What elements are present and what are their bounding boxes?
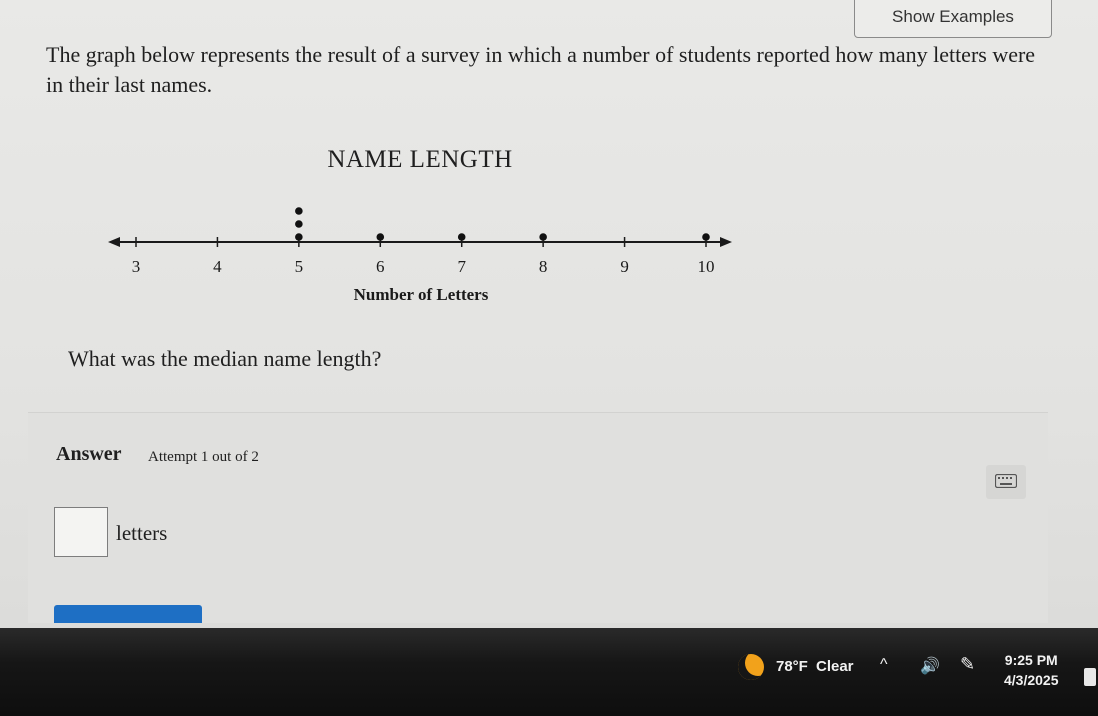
data-point [702, 233, 710, 241]
tick-label: 10 [698, 257, 715, 276]
data-point [376, 233, 385, 241]
data-point [457, 233, 466, 241]
clock[interactable]: 9:25 PM 4/3/2025 [1004, 650, 1059, 690]
question-prompt: What was the median name length? [68, 346, 382, 371]
submit-button[interactable] [54, 605, 202, 623]
weather-temperature[interactable]: 78°F [776, 658, 808, 675]
pen-icon[interactable]: ✎ [960, 654, 975, 675]
right-arrow-icon [720, 237, 732, 247]
tick-label: 7 [457, 257, 466, 276]
keypad-button[interactable] [986, 465, 1026, 499]
answer-panel: Answer Attempt 1 out of 2 letters [28, 412, 1048, 623]
tick-label: 4 [213, 257, 222, 276]
chart-title: NAME LENGTH [327, 146, 513, 173]
show-examples-button[interactable]: Show Examples [854, 0, 1052, 38]
tick-label: 5 [295, 257, 304, 276]
data-point [295, 207, 303, 215]
taskbar: 78°F Clear ^ 🔊 ✎ 9:25 PM 4/3/2025 [0, 628, 1098, 716]
dot-plot: 3 4 5 6 7 8 9 10 Number of Letters [108, 207, 732, 304]
weather-description[interactable]: Clear [816, 658, 854, 675]
tick-label: 3 [132, 257, 141, 276]
answer-unit: letters [116, 521, 168, 545]
notification-icon[interactable] [1084, 668, 1096, 686]
moon-icon [738, 654, 764, 680]
attempt-counter: Attempt 1 out of 2 [148, 449, 259, 465]
question-text: The graph below represents the result of… [46, 42, 1036, 97]
tick-label: 6 [376, 257, 385, 276]
tick-label: 9 [620, 257, 629, 276]
clock-time: 9:25 PM [1004, 652, 1058, 668]
answer-input[interactable] [54, 507, 108, 557]
answer-label: Answer [56, 443, 122, 465]
page: Show Examples The graph below represents… [0, 0, 1098, 628]
x-axis-label: Number of Letters [354, 285, 489, 304]
chevron-up-icon[interactable]: ^ [880, 656, 888, 674]
keyboard-icon [994, 473, 1018, 492]
data-point [295, 233, 303, 241]
speaker-icon[interactable]: 🔊 [920, 656, 940, 676]
data-point [539, 233, 547, 241]
left-arrow-icon [108, 237, 120, 247]
clock-date: 4/3/2025 [1004, 672, 1059, 688]
tick-label: 8 [539, 257, 548, 276]
data-point [295, 220, 303, 228]
